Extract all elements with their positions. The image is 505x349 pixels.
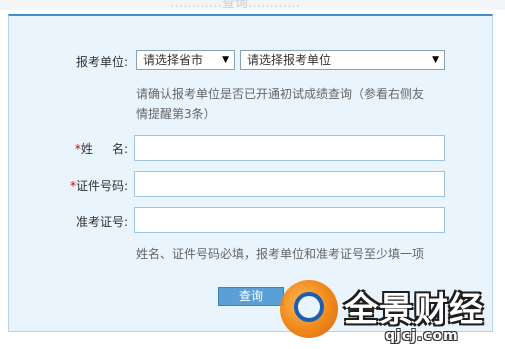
province-select[interactable]: 请选择省市 ▼ (136, 50, 235, 70)
exam-id-input[interactable] (134, 207, 445, 233)
unit-select-value: 请选择报考单位 (247, 53, 332, 67)
name-label: *姓 名: (8, 140, 128, 157)
chevron-down-icon: ▼ (432, 55, 439, 65)
exam-id-label: 准考证号: (75, 215, 128, 229)
unit-select[interactable]: 请选择报考单位 ▼ (240, 50, 445, 70)
header-faded-text: …………查询………… (170, 0, 301, 11)
unit-hint-line1: 请确认报考单位是否已开通初试成绩查询（参看右侧友 (136, 87, 425, 101)
province-select-value: 请选择省市 (143, 53, 204, 67)
unit-hint-line2: 情提醒第3条） (136, 107, 216, 121)
query-button[interactable]: 查询 (218, 287, 284, 306)
required-fields-hint: 姓名、证件号码必填，报考单位和准考证号至少填一项 (136, 247, 425, 261)
top-strip: …………查询………… (0, 0, 505, 11)
name-input[interactable] (134, 135, 445, 161)
id-number-label-text: 证件号码: (75, 179, 128, 193)
id-number-label: *证件号码: (8, 177, 128, 194)
unit-hint: 请确认报考单位是否已开通初试成绩查询（参看右侧友 情提醒第3条） (136, 84, 446, 124)
id-number-input[interactable] (134, 171, 445, 197)
name-label-text: 姓 名: (80, 142, 128, 156)
unit-label: 报考单位: (75, 55, 128, 69)
chevron-down-icon: ▼ (222, 55, 229, 65)
